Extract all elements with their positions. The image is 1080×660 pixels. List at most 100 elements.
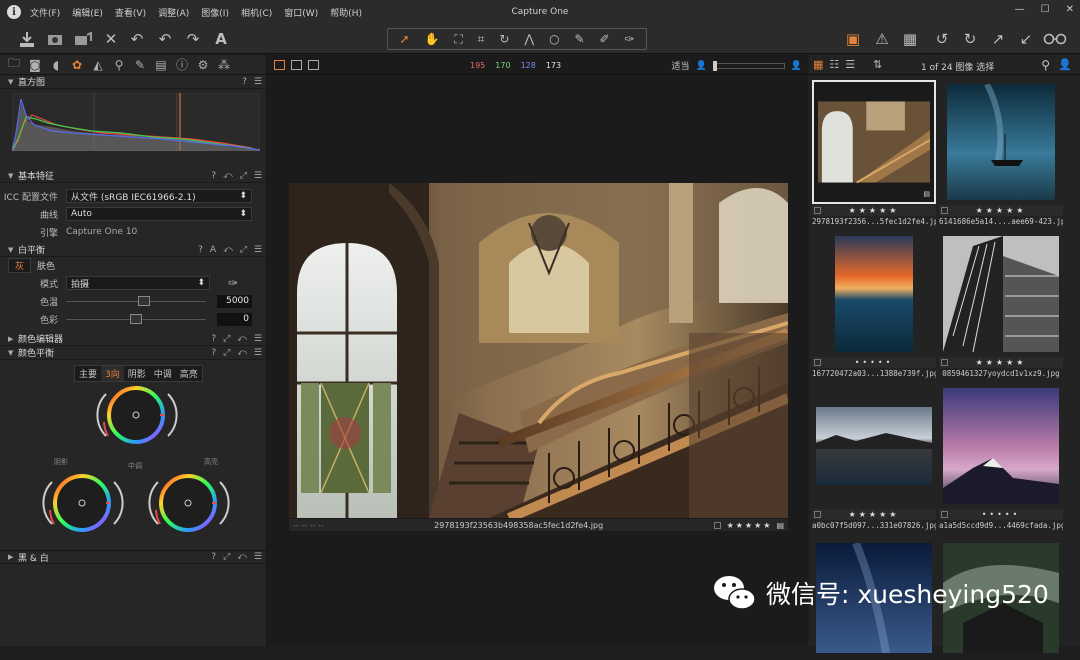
black-white-header[interactable]: ▶ 黑 & 白 ? ⤢ ⤺ ☰	[0, 550, 266, 564]
sort-icon[interactable]: ⇅	[873, 58, 882, 71]
slider-knob[interactable]	[138, 296, 150, 306]
search-icon[interactable]: ⚲	[111, 58, 127, 72]
thumbnail-frame[interactable]	[939, 232, 1063, 356]
thumbnail[interactable]: ★★★★★ 0859461327yoydcd1v1xz9.jpg	[939, 232, 1063, 380]
gear-icon[interactable]: ⚙	[195, 58, 211, 72]
hand-icon[interactable]: ✋	[424, 32, 439, 46]
thumbnail-frame[interactable]	[939, 384, 1063, 508]
copy-icon[interactable]: ⤢	[240, 245, 247, 255]
minimize-button[interactable]: —	[1015, 4, 1025, 15]
single-view-icon[interactable]	[291, 59, 302, 70]
eraser-icon[interactable]: ✐	[599, 32, 609, 46]
help-icon[interactable]: ?	[211, 334, 216, 344]
multi-view-icon[interactable]	[274, 59, 285, 70]
checkbox[interactable]	[941, 359, 948, 366]
redo-icon[interactable]: ↷	[182, 28, 204, 50]
tab-midtone[interactable]: 中调	[150, 366, 176, 381]
collapse-arrow-icon[interactable]: ▼	[8, 349, 18, 357]
tag-icon[interactable]: ▤	[776, 521, 784, 530]
reset-icon[interactable]: ⤺	[223, 171, 233, 181]
tab-skin[interactable]: 肤色	[31, 259, 61, 272]
brush-icon[interactable]: ✎	[132, 58, 148, 72]
thumbnail-frame[interactable]	[812, 384, 936, 508]
menu-view[interactable]: 查看(V)	[115, 6, 146, 19]
star-rating[interactable]: ★★★★★	[849, 510, 900, 519]
rotate-right-icon[interactable]: ↻	[959, 28, 981, 50]
keystone-icon[interactable]: ⋀	[524, 32, 534, 46]
menu-icon[interactable]: ☰	[254, 334, 262, 344]
menu-adjust[interactable]: 调整(A)	[158, 6, 189, 19]
temperature-slider[interactable]	[66, 295, 206, 307]
menu-icon[interactable]: ☰	[254, 552, 262, 562]
maximize-button[interactable]: ☐	[1041, 4, 1050, 15]
filmstrip-view-icon[interactable]: ☰	[845, 58, 855, 71]
spot-icon[interactable]: ○	[549, 32, 559, 46]
collapse-arrow-icon[interactable]: ▼	[8, 246, 18, 254]
pointer-icon[interactable]: ➚	[399, 32, 409, 46]
search-icon[interactable]: ⚲	[1041, 58, 1050, 72]
thumbnail-frame[interactable]	[939, 80, 1063, 204]
help-icon[interactable]: ?	[211, 552, 216, 562]
tab-3way[interactable]: 3向	[101, 366, 124, 381]
help-icon[interactable]: ?	[211, 348, 216, 358]
reset-icon[interactable]: ⤺	[237, 552, 247, 562]
histogram-header[interactable]: ▼ 直方图 ? ☰	[0, 75, 266, 89]
thumbnail[interactable]: ★★★★★ 6141686e5a14....aee69-423.jpg	[939, 80, 1063, 228]
collapse-arrow-icon[interactable]: ▼	[8, 78, 18, 86]
icc-profile-select[interactable]: 从文件 (sRGB IEC61966-2.1) ⬍	[66, 189, 252, 203]
menu-icon[interactable]: ☰	[254, 245, 262, 255]
tab-gray[interactable]: 灰	[8, 257, 32, 273]
expand-arrow-icon[interactable]: ▶	[8, 335, 18, 343]
main-image[interactable]	[289, 183, 788, 518]
camera-icon[interactable]: ◙	[27, 58, 43, 72]
exposure-icon[interactable]: ◭	[90, 58, 106, 72]
menu-file[interactable]: 文件(F)	[30, 6, 60, 19]
color-editor-header[interactable]: ▶ 颜色编辑器 ? ⤢ ⤺ ☰	[0, 332, 266, 346]
info-icon[interactable]: ⓘ	[174, 56, 190, 73]
rotate-icon[interactable]: ↻	[499, 32, 509, 46]
capture-icon[interactable]	[72, 28, 94, 50]
shadow-wheel[interactable]	[38, 470, 128, 536]
brush-icon[interactable]: ✎	[574, 32, 584, 46]
auto-icon[interactable]: A	[210, 245, 216, 255]
collapse-arrow-icon[interactable]: ▼	[8, 172, 18, 180]
tab-highlight[interactable]: 高亮	[176, 366, 202, 381]
warning-icon[interactable]: ⚠	[871, 28, 893, 50]
star-rating[interactable]: ★★★★★	[976, 206, 1027, 215]
menu-edit[interactable]: 编辑(E)	[72, 6, 103, 19]
star-rating[interactable]: ★★★★★	[849, 206, 900, 215]
eyedropper-icon[interactable]: ✑	[228, 276, 238, 290]
picker-icon[interactable]: ✑	[624, 32, 634, 46]
star-rating[interactable]: ★★★★★	[976, 358, 1027, 367]
layers-icon[interactable]: ▣	[842, 28, 864, 50]
tint-slider[interactable]	[66, 313, 206, 325]
zoom-label[interactable]: 适当	[672, 59, 690, 72]
checkbox[interactable]	[814, 511, 821, 518]
close-window-button[interactable]: ✕	[1066, 4, 1074, 15]
curve-select[interactable]: Auto ⬍	[66, 207, 252, 221]
thumbnail[interactable]: ••••• 167720472a03...1388e739f.jpg	[812, 232, 936, 380]
expand-arrow-icon[interactable]: ▶	[8, 553, 18, 561]
star-rating[interactable]: •••••	[855, 358, 894, 367]
copy-icon[interactable]: ⤢	[240, 171, 247, 181]
grid-icon[interactable]: ▦	[899, 28, 921, 50]
glasses-icon[interactable]	[1041, 28, 1069, 50]
tab-shadow[interactable]: 阴影	[124, 366, 150, 381]
reset-icon[interactable]: ⤺	[223, 245, 233, 255]
rotate-left-icon[interactable]: ↺	[931, 28, 953, 50]
menu-camera[interactable]: 相机(C)	[241, 6, 272, 19]
crop-icon[interactable]: ⌗	[478, 32, 485, 47]
white-balance-header[interactable]: ▼ 白平衡 ? A ⤺ ⤢ ☰	[0, 243, 266, 257]
midtone-wheel[interactable]	[92, 382, 182, 448]
tint-value[interactable]: 0	[217, 312, 252, 326]
checkbox[interactable]	[713, 521, 721, 529]
grid-view-icon[interactable]: ▦	[813, 58, 823, 71]
zoom-slider[interactable]	[712, 60, 785, 71]
folder-icon[interactable]: 🗀	[6, 54, 22, 75]
thumbnail[interactable]: ▤ ★★★★★ 2978193f2356...5fec1d2fe4.jpg	[812, 80, 936, 228]
highlight-wheel[interactable]	[144, 470, 234, 536]
basic-characteristics-header[interactable]: ▼ 基本特征 ? ⤺ ⤢ ☰	[0, 169, 266, 183]
thumbnail[interactable]: ••••• a1a5d5ccd9d9...4469cfada.jpg	[939, 384, 1063, 532]
copy-icon[interactable]: ⤢	[223, 552, 230, 562]
color-balance-header[interactable]: ▼ 颜色平衡 ? ⤢ ⤺ ☰	[0, 346, 266, 360]
